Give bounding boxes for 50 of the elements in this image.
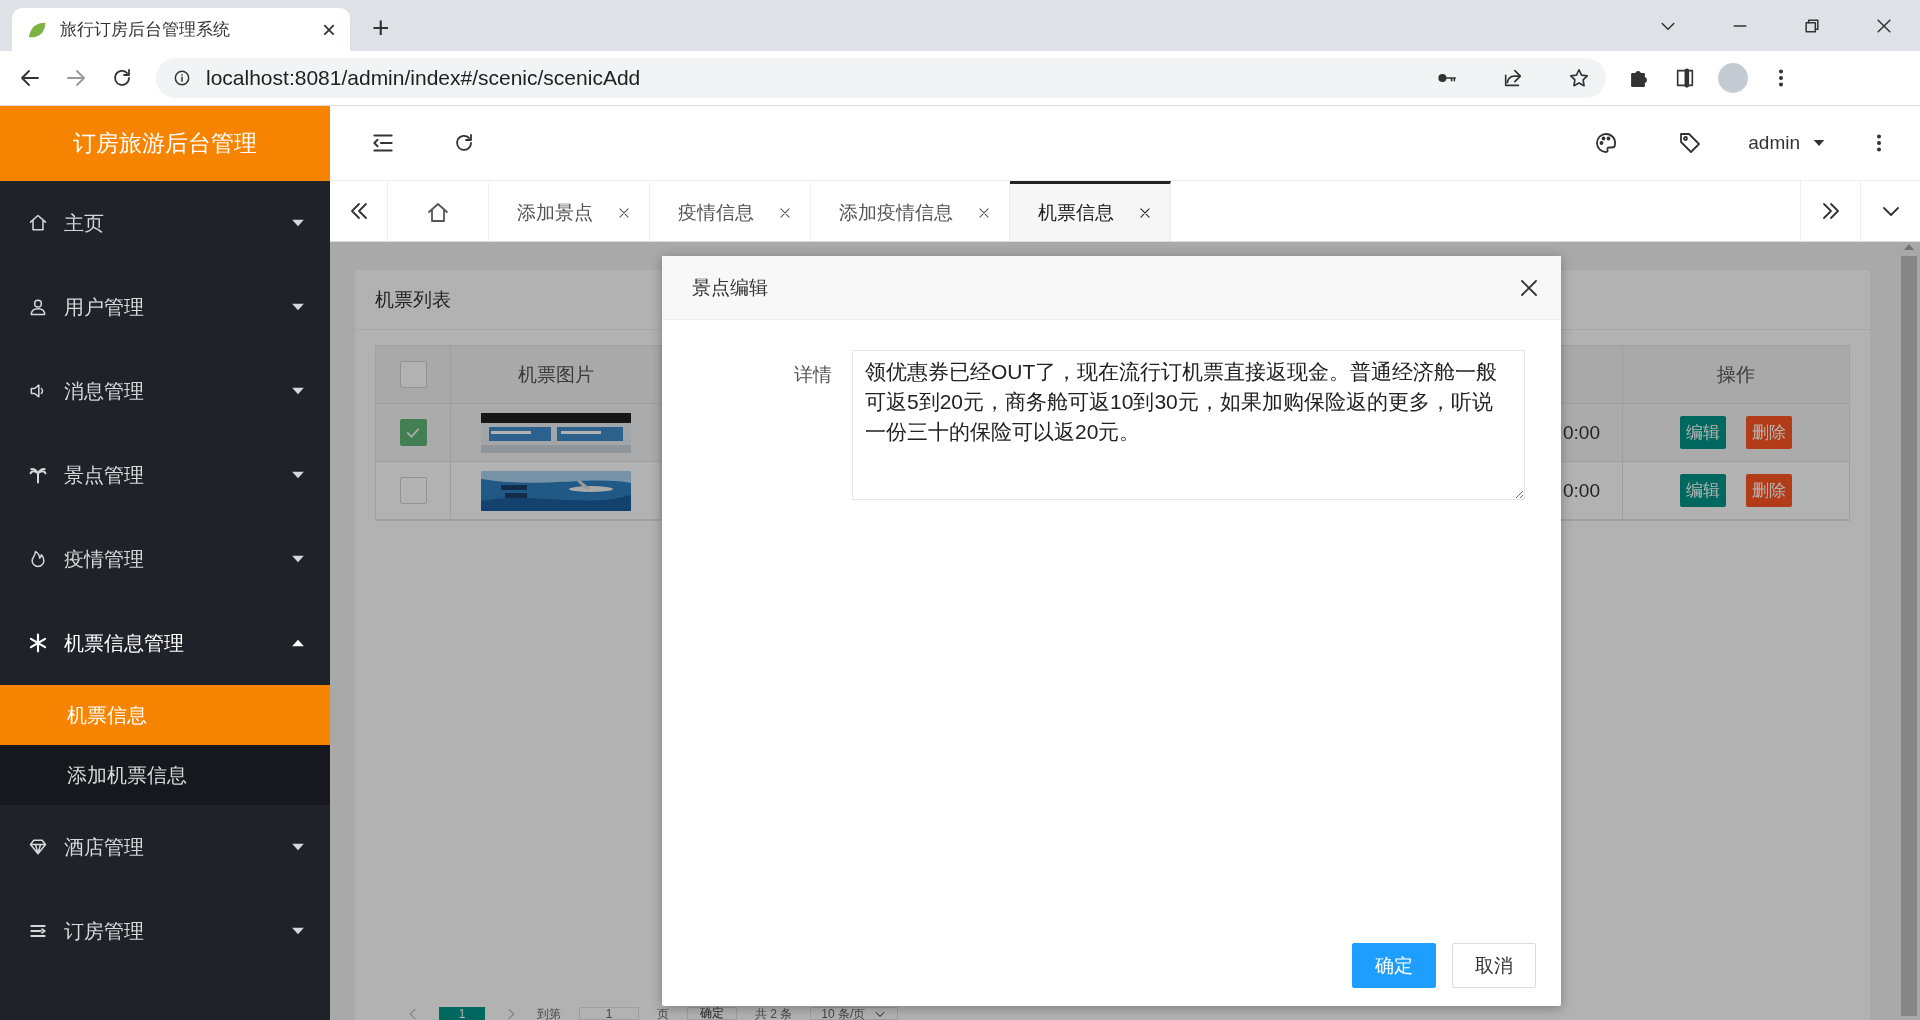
sidebar-subitem[interactable]: 添加机票信息 xyxy=(0,745,330,805)
home-icon xyxy=(426,200,450,225)
info-icon xyxy=(172,68,192,88)
goto-button[interactable]: 确定 xyxy=(687,1007,737,1020)
row-checkbox[interactable] xyxy=(399,419,427,446)
sidebar-item[interactable]: 订房管理 xyxy=(0,889,330,973)
share-icon[interactable] xyxy=(1502,67,1524,89)
sidebar-item[interactable]: 疫情管理 xyxy=(0,517,330,601)
snowflake-icon xyxy=(28,633,48,653)
star-icon[interactable] xyxy=(1568,67,1590,89)
close-icon[interactable] xyxy=(617,205,631,220)
close-icon[interactable] xyxy=(778,205,792,220)
tag-icon[interactable] xyxy=(1678,131,1703,155)
diamond-icon xyxy=(28,837,48,857)
flame-icon xyxy=(28,549,48,569)
home-icon xyxy=(28,213,48,233)
palm-icon xyxy=(28,465,48,485)
detail-field[interactable]: 领优惠券已经OUT了，现在流行订机票直接返现金。普通经济舱一般可返5到20元，商务舱可返10到30元，如果加购保险返的更多，听说一份三十的保险可以返20元。 xyxy=(852,350,1525,500)
sidebar-item[interactable]: 用户管理 xyxy=(0,265,330,349)
app-title: 订房旅游后台管理 xyxy=(0,106,330,181)
row-checkbox[interactable] xyxy=(399,477,427,504)
sidebar-item[interactable]: 主页 xyxy=(0,181,330,265)
sidebar-item[interactable]: 消息管理 xyxy=(0,349,330,433)
sidebar-item[interactable]: 机票信息管理 xyxy=(0,601,330,685)
page-tab[interactable]: 机票信息 xyxy=(1010,181,1171,241)
table-cell: 0:00 xyxy=(1563,479,1600,502)
palette-icon[interactable] xyxy=(1594,131,1619,155)
column-header: 操作 xyxy=(1716,362,1756,387)
field-label: 详情 xyxy=(793,363,832,387)
close-tab-button[interactable]: × xyxy=(322,15,336,44)
sidebar-item[interactable]: 酒店管理 xyxy=(0,805,330,889)
new-tab-button[interactable]: + xyxy=(372,11,390,45)
page-size-select[interactable]: 10 条/页 xyxy=(810,1007,899,1020)
goto-label: 到第 xyxy=(537,1007,561,1020)
side-panel-icon[interactable] xyxy=(1674,67,1696,89)
close-icon[interactable] xyxy=(1138,205,1152,220)
browser-tab[interactable]: 旅行订房后台管理系统 × xyxy=(12,8,350,51)
sidebar-item[interactable]: 景点管理 xyxy=(0,433,330,517)
select-all-checkbox[interactable] xyxy=(399,361,427,388)
page-input[interactable]: 1 xyxy=(579,1007,639,1020)
page-unit: 页 xyxy=(657,1007,669,1020)
total-count: 共 2 条 xyxy=(755,1007,793,1020)
user-menu[interactable]: admin xyxy=(1716,132,1828,154)
address-bar[interactable]: localhost:8081/admin/index#/scenic/scenicAdd xyxy=(156,58,1606,98)
close-icon[interactable] xyxy=(977,205,991,220)
dialog-title: 景点编辑 xyxy=(692,275,769,300)
user-icon xyxy=(28,297,48,317)
table-cell: 0:00 xyxy=(1563,421,1600,444)
cancel-button[interactable]: 取消 xyxy=(1452,943,1536,988)
column-header: 机票图片 xyxy=(451,346,661,403)
